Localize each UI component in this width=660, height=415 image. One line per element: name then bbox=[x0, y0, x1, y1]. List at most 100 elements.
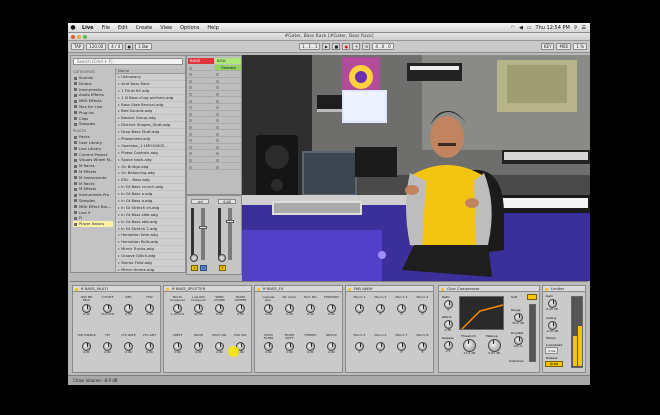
clip-stop-icon[interactable] bbox=[216, 112, 219, 116]
browser-file-item[interactable]: 1 Ill Bass chug perform.adg bbox=[116, 95, 185, 102]
macro-knob[interactable] bbox=[397, 304, 406, 313]
rack-title[interactable]: ff BASS_FX bbox=[255, 286, 342, 292]
apple-menu-icon[interactable]: ● bbox=[68, 24, 78, 31]
clip-slot[interactable] bbox=[188, 78, 214, 85]
clip-slot[interactable] bbox=[215, 144, 241, 151]
fader-kick[interactable] bbox=[228, 208, 232, 260]
time-signature-field[interactable]: 4 / 4 bbox=[108, 43, 124, 50]
clip-stop-icon[interactable] bbox=[216, 92, 219, 96]
macro-knob[interactable] bbox=[285, 304, 294, 313]
clip-slot[interactable] bbox=[215, 138, 241, 144]
macro-knob[interactable] bbox=[215, 304, 224, 313]
clip-stop-icon[interactable] bbox=[216, 145, 219, 149]
macro-knob[interactable] bbox=[264, 342, 273, 351]
auto-release-toggle[interactable]: Auto bbox=[545, 361, 563, 367]
browser-file-item[interactable]: Spoon back.adg bbox=[116, 157, 185, 164]
clip-stop-icon[interactable] bbox=[189, 139, 192, 143]
macro-knob[interactable] bbox=[194, 304, 203, 313]
macro-knob[interactable] bbox=[306, 304, 315, 313]
clip-slot[interactable] bbox=[215, 78, 241, 85]
browser-file-item[interactable]: Drop Bass Stutt.adg bbox=[116, 129, 185, 137]
quantize-select[interactable]: 1 Bar bbox=[135, 43, 152, 50]
clip-stop-icon[interactable] bbox=[189, 119, 192, 123]
macro-knob[interactable] bbox=[285, 342, 294, 351]
spotlight-icon[interactable]: ⚲ bbox=[574, 25, 578, 31]
clip-ostinato[interactable]: Ostinato bbox=[215, 65, 241, 71]
browser-file-item[interactable]: In Gt Bass side.adg bbox=[116, 212, 185, 219]
clip-slot[interactable] bbox=[215, 164, 241, 170]
menu-live[interactable]: Live bbox=[78, 25, 98, 31]
clip-stop-icon[interactable] bbox=[189, 79, 192, 83]
macro-knob[interactable] bbox=[376, 304, 385, 313]
clip-slot[interactable] bbox=[188, 65, 214, 71]
limiter-title[interactable]: Limiter bbox=[543, 286, 585, 292]
macro-knob[interactable] bbox=[418, 342, 427, 351]
macro-knob[interactable] bbox=[82, 304, 91, 313]
clip-stop-icon[interactable] bbox=[189, 73, 192, 77]
ratio-knob[interactable] bbox=[443, 300, 453, 309]
browser-file-item[interactable]: Hemotion Rolls.adg bbox=[116, 239, 185, 247]
browser-file-item[interactable]: Gn Balancing.adg bbox=[116, 170, 185, 178]
clip-stop-icon[interactable] bbox=[189, 112, 192, 116]
browser-file-item[interactable]: Bed Sounds.adg bbox=[116, 108, 185, 116]
track-activator-kick[interactable]: 2 bbox=[219, 265, 226, 271]
attack-knob[interactable] bbox=[443, 320, 453, 329]
rack-title[interactable]: ff BASS_MULTI bbox=[73, 286, 160, 292]
clip-slot[interactable] bbox=[188, 91, 214, 98]
clip-slot[interactable] bbox=[188, 144, 214, 151]
browser-file-item[interactable]: Acid Bass Rack bbox=[116, 81, 185, 88]
browser-file-item[interactable]: Mirror Trucks.adg bbox=[116, 246, 185, 254]
close-window-icon[interactable] bbox=[71, 35, 75, 39]
rack-title[interactable]: FAR AWAY bbox=[346, 286, 433, 292]
clip-stop-icon[interactable] bbox=[189, 106, 192, 110]
clip-stop-icon[interactable] bbox=[216, 79, 219, 83]
macro-knob[interactable] bbox=[376, 342, 385, 351]
browser-file-item[interactable]: Mirror theme.adg bbox=[116, 267, 185, 272]
browser-file-item[interactable]: Stereo Field.adg bbox=[116, 260, 185, 267]
record-icon[interactable]: ● bbox=[342, 43, 351, 50]
clip-slot[interactable] bbox=[188, 118, 214, 124]
clip-slot[interactable] bbox=[215, 118, 241, 124]
browser-file-item[interactable]: EDL - Bass.adg bbox=[116, 177, 185, 185]
clip-slot[interactable] bbox=[188, 72, 214, 78]
track-volume-bass[interactable]: -inf bbox=[191, 199, 209, 204]
clip-stop-icon[interactable] bbox=[216, 73, 219, 77]
threshold-knob[interactable] bbox=[462, 339, 476, 352]
clip-slot[interactable] bbox=[188, 111, 214, 118]
zoom-window-icon[interactable] bbox=[83, 35, 87, 39]
browser-file-item[interactable]: In Gt Stretch 2.adg bbox=[116, 226, 185, 233]
fader-cap-kick[interactable] bbox=[226, 220, 234, 223]
lookahead-select[interactable]: 3 ms bbox=[545, 347, 559, 354]
category-item[interactable]: Samples bbox=[73, 121, 113, 127]
macro-knob[interactable] bbox=[355, 342, 364, 351]
menu-view[interactable]: View bbox=[156, 25, 176, 31]
clip-slot[interactable] bbox=[188, 98, 214, 104]
loop-length-field[interactable]: 4 . 0 . 0 bbox=[372, 43, 394, 50]
clip-slot[interactable] bbox=[188, 85, 214, 91]
play-icon[interactable]: ▶ bbox=[322, 43, 331, 50]
clip-slot[interactable] bbox=[188, 138, 214, 144]
macro-knob[interactable] bbox=[418, 304, 427, 313]
clip-stop-icon[interactable] bbox=[189, 86, 192, 90]
place-item[interactable]: Player Basics bbox=[73, 221, 113, 227]
menu-create[interactable]: Create bbox=[132, 25, 157, 31]
macro-knob[interactable] bbox=[236, 304, 245, 313]
midi-map-button[interactable]: MIDI bbox=[556, 43, 572, 50]
loop-icon[interactable]: ⟲ bbox=[362, 43, 371, 50]
clip-slot[interactable] bbox=[215, 98, 241, 104]
fader-cap-bass[interactable] bbox=[199, 226, 207, 229]
clip-stop-icon[interactable] bbox=[189, 158, 192, 162]
notification-icon[interactable]: ☰ bbox=[582, 25, 586, 31]
clip-slot[interactable] bbox=[215, 105, 241, 111]
browser-file-item[interactable]: In Gt Stretch ch.adg bbox=[116, 205, 185, 212]
battery-icon[interactable]: ▭ bbox=[527, 25, 532, 31]
clip-slot[interactable] bbox=[188, 131, 214, 137]
wifi-icon[interactable]: ◠ bbox=[511, 25, 515, 31]
clip-stop-icon[interactable] bbox=[189, 92, 192, 96]
macro-knob[interactable] bbox=[82, 342, 91, 351]
rack-title[interactable]: ff BASS_SPLITTER bbox=[164, 286, 251, 292]
clip-slot[interactable] bbox=[215, 131, 241, 137]
clip-slot[interactable] bbox=[215, 111, 241, 118]
clip-slot[interactable] bbox=[188, 164, 214, 170]
macro-knob[interactable] bbox=[397, 342, 406, 351]
